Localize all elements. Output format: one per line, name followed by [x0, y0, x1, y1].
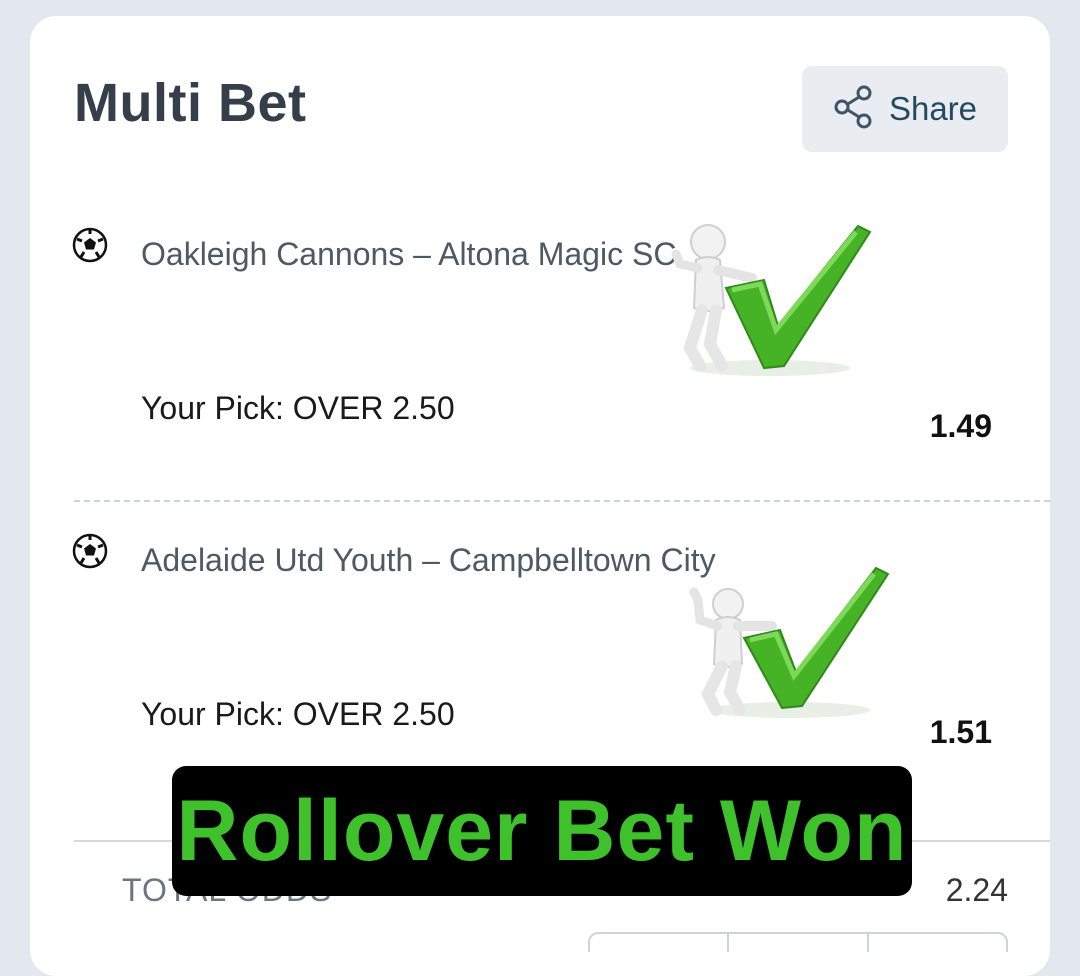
total-odds-value: 2.24: [945, 872, 1008, 908]
selection-1-pick: Your Pick: OVER 2.50: [141, 390, 455, 426]
banner-text: Rollover Bet Won: [176, 782, 908, 879]
selection-2-pick: Your Pick: OVER 2.50: [141, 696, 455, 732]
rollover-won-banner: Rollover Bet Won: [172, 766, 912, 896]
selection-2-match[interactable]: Adelaide Utd Youth – Campbelltown City: [141, 542, 716, 579]
soccer-ball-icon: [72, 227, 108, 263]
bottom-tab[interactable]: [729, 934, 869, 952]
bottom-tab[interactable]: [590, 934, 730, 952]
bottom-tab[interactable]: [869, 934, 1006, 952]
page-title: Multi Bet: [74, 73, 307, 133]
soccer-ball-icon: [72, 533, 108, 569]
selection-1-odds: 1.49: [929, 408, 992, 444]
selection-divider: [74, 500, 1050, 502]
won-checkmark-icon: [680, 560, 900, 720]
bottom-button-row[interactable]: [588, 932, 1008, 952]
selection-2-odds: 1.51: [929, 714, 992, 750]
share-label: Share: [888, 90, 978, 127]
won-checkmark-icon: [660, 218, 880, 378]
selection-1-match[interactable]: Oakleigh Cannons – Altona Magic SC: [141, 236, 676, 273]
share-button[interactable]: Share: [802, 66, 1008, 152]
share-icon: [833, 85, 873, 134]
